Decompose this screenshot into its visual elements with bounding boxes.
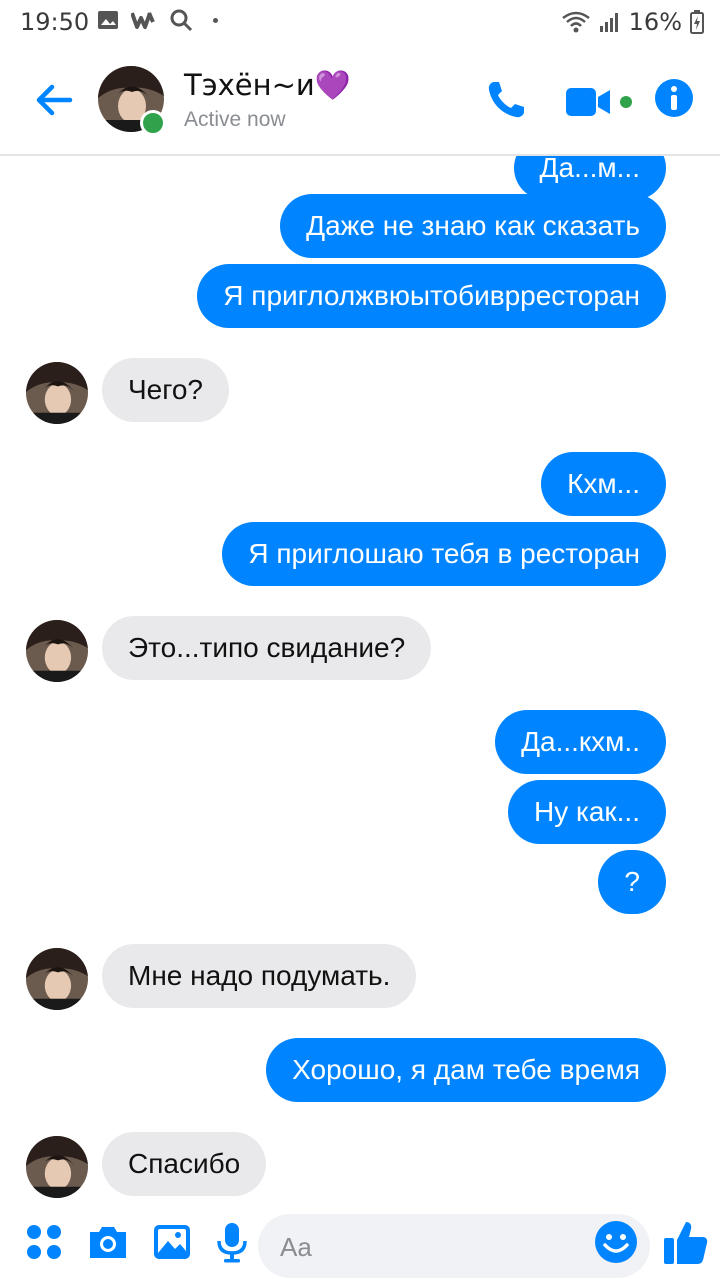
status-notification-icons <box>97 8 218 32</box>
message-outgoing[interactable]: Да...кхм.. <box>495 710 666 774</box>
status-time: 19:50 <box>20 8 90 36</box>
gallery-notification-icon <box>98 11 118 29</box>
message-outgoing[interactable]: Хорошо, я дам тебе время <box>266 1038 666 1102</box>
message-input-container[interactable] <box>258 1214 650 1280</box>
back-arrow-icon[interactable] <box>32 78 76 122</box>
contact-message-avatar[interactable] <box>26 362 88 424</box>
contact-message-avatar[interactable] <box>26 1136 88 1198</box>
wattpad-notification-icon <box>131 12 155 29</box>
message-incoming[interactable]: Мне надо подумать. <box>102 944 417 1008</box>
battery-percent: 16% <box>628 8 682 36</box>
search-notification-icon <box>170 9 193 32</box>
message-outgoing[interactable]: Ну как... <box>507 780 666 844</box>
battery-charging-icon <box>690 10 704 34</box>
message-outgoing[interactable]: Я приглолжвюытобиврресторан <box>197 264 666 328</box>
contact-message-avatar[interactable] <box>26 948 88 1010</box>
camera-icon[interactable] <box>86 1220 130 1264</box>
video-camera-icon[interactable] <box>564 82 634 122</box>
phone-icon[interactable] <box>484 78 528 122</box>
message-outgoing[interactable]: Даже не знаю как сказать <box>280 194 666 258</box>
contact-message-avatar[interactable] <box>26 620 88 682</box>
message-input[interactable] <box>278 1214 582 1280</box>
message-incoming[interactable]: Спасибо <box>102 1132 267 1196</box>
status-bar: 19:50 16% <box>0 0 720 44</box>
signal-icon <box>599 13 618 32</box>
thumbs-up-icon[interactable] <box>662 1218 710 1266</box>
message-incoming[interactable]: Чего? <box>102 358 229 422</box>
contact-name[interactable]: Тэхён~и💜 <box>184 68 351 103</box>
online-indicator <box>140 110 166 136</box>
message-incoming[interactable]: Это...типо свидание? <box>102 616 432 680</box>
status-right: 16% <box>561 8 704 36</box>
wifi-icon <box>561 11 590 33</box>
conversation-header: Тэхён~и💜 Active now <box>0 44 720 154</box>
emoji-icon[interactable] <box>594 1220 638 1264</box>
message-outgoing[interactable]: ? <box>598 850 666 914</box>
active-status: Active now <box>184 108 286 131</box>
more-notifications-dot <box>213 17 218 23</box>
microphone-icon[interactable] <box>210 1220 254 1264</box>
apps-icon[interactable] <box>22 1220 66 1264</box>
info-icon[interactable] <box>654 78 694 118</box>
message-outgoing[interactable]: Я приглошаю тебя в ресторан <box>222 522 666 586</box>
message-list[interactable]: Да...м... Даже не знаю как сказать Я при… <box>0 156 720 1204</box>
image-icon[interactable] <box>150 1220 194 1264</box>
message-outgoing[interactable]: Кхм... <box>541 452 666 516</box>
